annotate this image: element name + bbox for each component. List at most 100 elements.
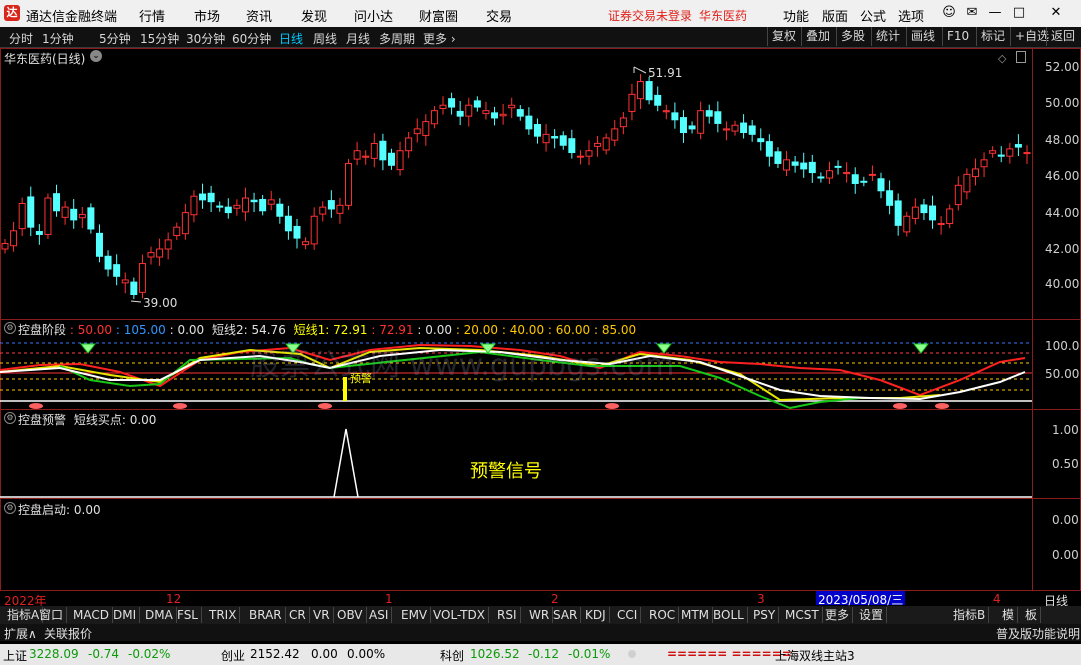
indicator-tab[interactable]: SAR (550, 607, 582, 623)
period-multi[interactable]: 多周期 (379, 30, 415, 47)
candle-body (499, 113, 507, 117)
candle-body (825, 170, 833, 179)
menu-jiaoyi[interactable]: 交易 (486, 6, 512, 25)
indicator-tab[interactable]: ROC (646, 607, 680, 623)
btn-biaoji[interactable]: 标记 (976, 27, 1009, 46)
period-15min[interactable]: 15分钟 (140, 30, 179, 47)
candle-body (654, 94, 662, 106)
candle-body (1006, 148, 1014, 157)
btn-f10[interactable]: F10 (942, 27, 973, 46)
btn-fuquan[interactable]: 复权 (767, 27, 800, 46)
maximize-icon[interactable]: □ (1010, 4, 1028, 22)
menu-faxian[interactable]: 发现 (301, 6, 327, 25)
user-icon[interactable]: ☺ (940, 4, 958, 22)
indicator-tab[interactable]: FSL (174, 607, 202, 623)
candle-body (542, 133, 550, 144)
candle-body (439, 104, 447, 109)
btn-tongji[interactable]: 统计 (871, 27, 904, 46)
menu-banmian[interactable]: 版面 (822, 6, 848, 25)
candle-body (190, 195, 198, 216)
btn-fanhui[interactable]: 返回 (1046, 27, 1079, 46)
menu-xuanxiang[interactable]: 选项 (898, 6, 924, 25)
menu-hangqing[interactable]: 行情 (139, 6, 165, 25)
menu-shichang[interactable]: 市场 (194, 6, 220, 25)
login-notice[interactable]: 证券交易未登录 (608, 7, 692, 24)
feature-help-link[interactable]: 普及版功能说明 (996, 625, 1080, 642)
candle-body (456, 110, 464, 117)
period-more[interactable]: 更多 › (423, 30, 456, 47)
kc-index-change: -0.12 (528, 647, 560, 661)
indicator-tab[interactable]: KDJ (582, 607, 610, 623)
indicator-tab[interactable]: CCI (614, 607, 642, 623)
candle-body (800, 162, 808, 170)
candle-body (284, 215, 292, 232)
indicator-tab[interactable]: DMI (110, 607, 141, 623)
indicator-tab-right[interactable]: 板 (1022, 607, 1042, 623)
indicator-tab[interactable]: MTM (678, 607, 714, 623)
indicator-tab[interactable]: BRAR (246, 607, 286, 623)
menu-gongneng[interactable]: 功能 (783, 6, 809, 25)
candle-body (250, 199, 258, 203)
candle-body (886, 190, 894, 206)
sh-index-name[interactable]: 上证 (3, 647, 27, 664)
indicator-tab[interactable]: 设置 (856, 607, 888, 623)
candle-body (147, 252, 155, 258)
indicator-tab[interactable]: BOLL (710, 607, 748, 623)
indicator-tab[interactable]: MACD (70, 607, 113, 623)
menu-gongshi[interactable]: 公式 (860, 6, 886, 25)
minimize-icon[interactable]: — (986, 4, 1004, 22)
period-weekly[interactable]: 周线 (313, 30, 337, 47)
indicator-tab[interactable]: VOL-TDX (430, 607, 489, 623)
period-monthly[interactable]: 月线 (346, 30, 370, 47)
indicator-tab[interactable]: RSI (494, 607, 521, 623)
period-1min[interactable]: 1分钟 (42, 30, 74, 47)
candle-body (387, 152, 395, 166)
sh-index-change: -0.74 (88, 647, 120, 661)
candle-body (585, 150, 593, 157)
indicator-tab[interactable]: 窗口 (36, 607, 68, 623)
period-fenshi[interactable]: 分时 (9, 30, 33, 47)
candle-body (293, 225, 301, 239)
btn-huaxian[interactable]: 画线 (906, 27, 939, 46)
expand-button[interactable]: 扩展∧ (4, 625, 37, 642)
indicator-tab[interactable]: CR (286, 607, 310, 623)
indicator-tab[interactable]: ASI (366, 607, 393, 623)
candle-body (971, 168, 979, 178)
period-60min[interactable]: 60分钟 (232, 30, 271, 47)
candle-body (774, 151, 782, 164)
close-icon[interactable]: ✕ (1036, 4, 1076, 22)
ind2-chart[interactable] (0, 410, 1032, 498)
menu-wenxiaoda[interactable]: 问小达 (354, 6, 393, 25)
indicator-tab[interactable]: 更多 (822, 607, 854, 623)
mail-icon[interactable]: ✉ (963, 4, 981, 22)
indicator-tab[interactable]: OBV (334, 607, 367, 623)
indicator-tab[interactable]: DMA (142, 607, 177, 623)
cy-index-name[interactable]: 创业 (221, 647, 245, 664)
candlestick-chart[interactable] (0, 48, 1032, 319)
indicator-tab-right[interactable]: 指标B (950, 607, 990, 623)
btn-diejia[interactable]: 叠加 (801, 27, 834, 46)
indicator-tab-right[interactable]: 模 (999, 607, 1019, 623)
indicator-tab[interactable]: TRIX (206, 607, 241, 623)
candle-body (559, 135, 567, 146)
candle-body (551, 136, 559, 139)
ind2-y-label: 0.50 (1052, 457, 1079, 471)
candle-body (370, 142, 378, 159)
period-daily[interactable]: 日线 (279, 30, 303, 47)
candle-body (748, 125, 756, 135)
period-30min[interactable]: 30分钟 (186, 30, 225, 47)
server-name[interactable]: 上海双线主站3 (775, 647, 855, 664)
menu-zixun[interactable]: 资讯 (246, 6, 272, 25)
menu-caifuquan[interactable]: 财富圈 (419, 6, 458, 25)
indicator-tab[interactable]: VR (310, 607, 334, 623)
indicator-tab[interactable]: PSY (750, 607, 780, 623)
candle-body (430, 110, 438, 125)
indicator-tab[interactable]: MCST (782, 607, 823, 623)
candle-body (516, 109, 524, 117)
kc-index-name[interactable]: 科创 (440, 647, 464, 664)
indicator-tab[interactable]: EMV (398, 607, 432, 623)
settings-gear-icon[interactable]: ⚙ (4, 502, 16, 514)
related-quotes-button[interactable]: 关联报价 (44, 625, 92, 642)
period-5min[interactable]: 5分钟 (99, 30, 131, 47)
btn-duogu[interactable]: 多股 (836, 27, 869, 46)
